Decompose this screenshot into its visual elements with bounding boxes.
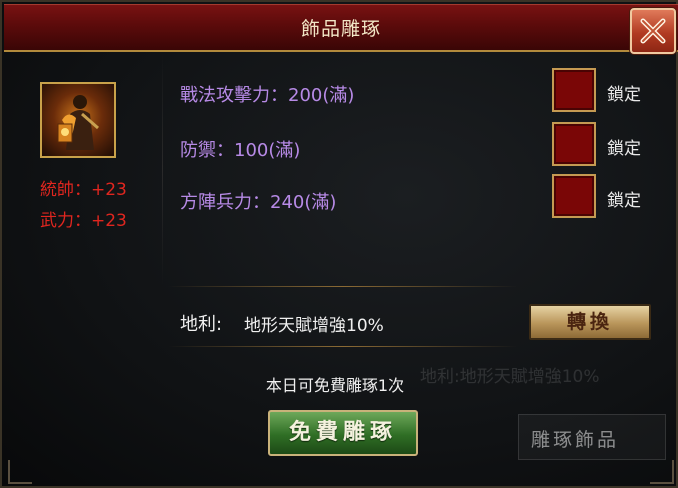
lock-checkbox-1[interactable] — [552, 68, 596, 112]
terrain-value: 地形天賦增強10% — [244, 316, 384, 336]
terrain-bottom-divider — [168, 346, 518, 347]
lock-label-2: 鎖定 — [607, 139, 641, 159]
free-engrave-button[interactable]: 免費雕琢 — [268, 410, 418, 456]
lock-checkbox-2[interactable] — [552, 122, 596, 166]
lock-checkbox-3[interactable] — [552, 174, 596, 218]
dialog-title: 飾品雕琢 — [300, 18, 381, 40]
lock-label-3: 鎖定 — [607, 191, 641, 211]
portrait-figure-icon — [57, 95, 99, 150]
close-button[interactable] — [630, 8, 676, 54]
free-engrave-note: 本日可免費雕琢1次 — [2, 372, 678, 396]
terrain-top-divider — [168, 286, 518, 287]
close-icon — [640, 18, 666, 44]
attribute-defense: 防禦：100(滿) — [180, 140, 301, 161]
convert-button[interactable]: 轉換 — [529, 304, 651, 340]
general-portrait-icon[interactable] — [40, 82, 116, 158]
ghost-engrave-button: 雕琢飾品 — [518, 414, 666, 460]
attribute-tactic-attack: 戰法攻擊力：200(滿) — [180, 85, 355, 106]
corner-ornament-br — [650, 460, 674, 484]
ghost-engrave-button-label: 雕琢飾品 — [531, 429, 620, 451]
corner-ornament-bl — [8, 460, 32, 484]
free-engrave-note-text: 本日可免費雕琢1次 — [265, 376, 405, 395]
attribute-formation-troops: 方陣兵力：240(滿) — [180, 192, 337, 213]
engrave-dialog: 地利: 地形天賦增強10% 雕琢飾品 飾品雕琢 統帥：+23 武力：+23 戰法攻… — [0, 0, 678, 488]
stat-force: 武力：+23 — [40, 211, 127, 231]
left-divider — [162, 54, 163, 284]
lock-label-1: 鎖定 — [607, 85, 641, 105]
terrain-label: 地利: — [180, 314, 223, 335]
stat-command: 統帥：+23 — [40, 180, 127, 200]
